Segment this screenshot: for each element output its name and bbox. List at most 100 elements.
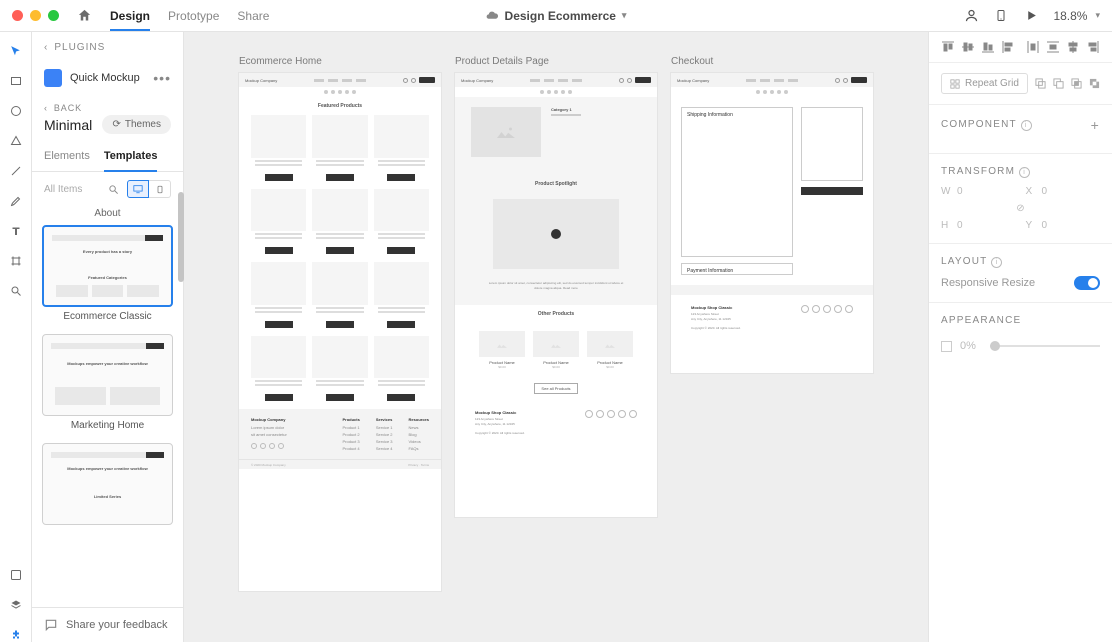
responsive-toggle[interactable]	[1074, 276, 1100, 290]
select-tool-icon[interactable]	[9, 44, 23, 58]
tab-elements[interactable]: Elements	[44, 144, 90, 171]
zoom-tool-icon[interactable]	[9, 284, 23, 298]
tab-share[interactable]: Share	[237, 9, 269, 23]
template-label: Marketing Home	[42, 420, 173, 431]
artboard-body[interactable]: Mockup Company Category 1 Product Spotli…	[455, 73, 657, 517]
maximize-icon[interactable]	[48, 10, 59, 21]
info-icon[interactable]: i	[1021, 120, 1032, 131]
plugins-label: PLUGINS	[54, 42, 105, 53]
artboard[interactable]: Product Details Page Mockup Company Cate…	[455, 56, 657, 591]
template-thumb: Mockups empower your creative workflow	[42, 334, 173, 416]
mobile-icon[interactable]	[993, 8, 1009, 24]
align-tools	[929, 32, 1112, 63]
height-field[interactable]: H0	[941, 220, 1016, 231]
left-panel: ‹ PLUGINS Quick Mockup ••• ‹ BACK Minima…	[32, 32, 184, 642]
align-vcenter-icon[interactable]	[961, 40, 975, 54]
plugin-name: Quick Mockup	[70, 72, 145, 84]
rectangle-tool-icon[interactable]	[9, 74, 23, 88]
y-field[interactable]: Y0	[1026, 220, 1101, 231]
text-tool-icon[interactable]	[9, 224, 23, 238]
plugins-icon[interactable]	[9, 628, 23, 642]
responsive-label: Responsive Resize	[941, 277, 1035, 289]
line-tool-icon[interactable]	[9, 164, 23, 178]
search-icon[interactable]	[108, 184, 119, 195]
chat-icon	[44, 618, 58, 632]
add-op-icon[interactable]	[1034, 78, 1046, 90]
artboard-body[interactable]: Mockup Company Shipping Information Paym…	[671, 73, 873, 373]
subtract-op-icon[interactable]	[1052, 78, 1064, 90]
tab-design[interactable]: Design	[110, 9, 150, 31]
back-button[interactable]: ‹ BACK	[32, 93, 183, 115]
align-top-icon[interactable]	[941, 40, 955, 54]
template-list[interactable]: Every product has a story Featured Categ…	[32, 225, 183, 607]
tab-templates[interactable]: Templates	[104, 144, 158, 172]
template-thumb: Mockups empower your creative workflow L…	[42, 443, 173, 525]
opacity-checkbox[interactable]	[941, 341, 952, 352]
template-thumb: Every product has a story Featured Categ…	[42, 225, 173, 307]
feedback-button[interactable]: Share your feedback	[32, 607, 183, 642]
plugins-header[interactable]: ‹ PLUGINS	[32, 32, 183, 63]
template-label: Ecommerce Classic	[42, 311, 173, 322]
assets-icon[interactable]	[9, 568, 23, 582]
back-chevron-icon: ‹	[44, 103, 48, 113]
desktop-icon[interactable]	[127, 180, 149, 198]
lock-icon[interactable]: ⊘	[1016, 203, 1024, 214]
intersect-op-icon[interactable]	[1070, 78, 1082, 90]
opacity-value[interactable]: 0%	[960, 340, 976, 352]
artboard[interactable]: Ecommerce Home Mockup Company Featured P…	[239, 56, 441, 591]
align-right-icon[interactable]	[1086, 40, 1100, 54]
repeat-grid-button[interactable]: Repeat Grid	[941, 73, 1028, 94]
user-icon[interactable]	[963, 8, 979, 24]
mobile-icon[interactable]	[149, 180, 171, 198]
artboard-name[interactable]: Checkout	[671, 56, 873, 67]
plugin-row[interactable]: Quick Mockup •••	[32, 63, 183, 93]
artboard-name[interactable]: Product Details Page	[455, 56, 657, 67]
cloud-icon	[486, 9, 499, 22]
info-icon[interactable]: i	[1019, 167, 1030, 178]
chevron-down-icon: ▾	[622, 10, 627, 21]
layers-icon[interactable]	[9, 598, 23, 612]
tool-rail	[0, 32, 32, 642]
canvas[interactable]: Ecommerce Home Mockup Company Featured P…	[184, 32, 928, 642]
right-panel: Repeat Grid COMPONENTi+ TRANSFORMi W0 X0…	[928, 32, 1112, 642]
artboard-name[interactable]: Ecommerce Home	[239, 56, 441, 67]
home-icon[interactable]	[77, 8, 92, 23]
exclude-op-icon[interactable]	[1088, 78, 1100, 90]
pen-tool-icon[interactable]	[9, 194, 23, 208]
plugin-app-icon	[44, 69, 62, 87]
doc-title-text: Design Ecommerce	[505, 9, 616, 23]
minimize-icon[interactable]	[30, 10, 41, 21]
tab-prototype[interactable]: Prototype	[168, 9, 219, 23]
info-icon[interactable]: i	[991, 257, 1002, 268]
panel-tabs: Elements Templates	[32, 144, 183, 172]
artboard-tool-icon[interactable]	[9, 254, 23, 268]
x-field[interactable]: X0	[1026, 186, 1101, 197]
template-item[interactable]: Mockups empower your creative workflow L…	[42, 443, 173, 525]
polygon-tool-icon[interactable]	[9, 134, 23, 148]
add-component-icon[interactable]: +	[1091, 117, 1100, 133]
distribute-h-icon[interactable]	[1026, 40, 1040, 54]
back-chevron-icon: ‹	[44, 42, 48, 53]
template-item[interactable]: Mockups empower your creative workflow M…	[42, 334, 173, 431]
width-field[interactable]: W0	[941, 186, 1016, 197]
align-left-icon[interactable]	[1001, 40, 1015, 54]
template-item[interactable]: Every product has a story Featured Categ…	[42, 225, 173, 322]
more-icon[interactable]: •••	[153, 70, 171, 86]
themes-button[interactable]: ⟳ Themes	[102, 115, 171, 134]
distribute-v-icon[interactable]	[1046, 40, 1060, 54]
ellipse-tool-icon[interactable]	[9, 104, 23, 118]
titlebar-right: 18.8% ▾	[963, 8, 1100, 24]
zoom-control[interactable]: 18.8% ▾	[1053, 9, 1100, 23]
align-hcenter-icon[interactable]	[1066, 40, 1080, 54]
back-label: BACK	[54, 103, 82, 113]
opacity-slider[interactable]	[990, 345, 1100, 347]
device-toggle[interactable]	[127, 180, 171, 198]
doc-title[interactable]: Design Ecommerce ▾	[486, 9, 627, 23]
top-tabs: Design Prototype Share	[110, 9, 269, 23]
artboard-body[interactable]: Mockup Company Featured Products	[239, 73, 441, 591]
play-icon[interactable]	[1023, 8, 1039, 24]
refresh-icon: ⟳	[112, 119, 120, 130]
align-bottom-icon[interactable]	[981, 40, 995, 54]
close-icon[interactable]	[12, 10, 23, 21]
artboard[interactable]: Checkout Mockup Company Shipping Informa…	[671, 56, 873, 591]
